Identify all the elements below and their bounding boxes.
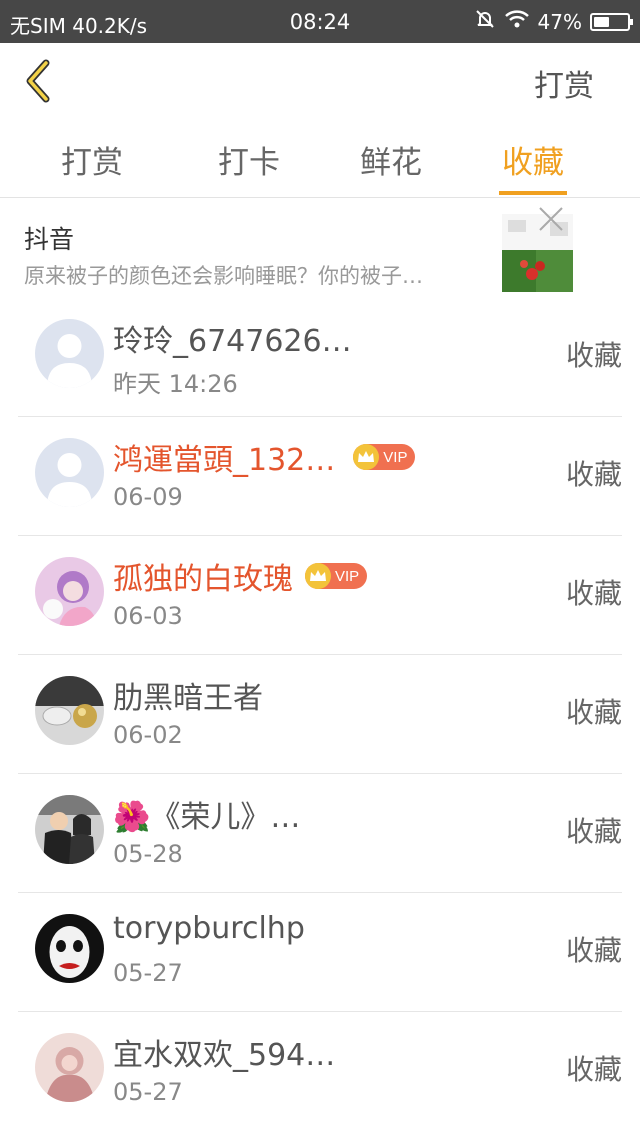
favorite-button[interactable]: 收藏 xyxy=(566,453,622,493)
list-item[interactable]: 肋黑暗王者 06-02 收藏 xyxy=(18,655,622,774)
favorites-list: 玲玲_6747626… 昨天 14:26 收藏 鸿運當頭_132… VIP 06… xyxy=(0,298,640,1130)
favorite-button[interactable]: 收藏 xyxy=(566,929,622,969)
close-icon[interactable] xyxy=(536,204,566,234)
wifi-icon xyxy=(504,9,530,34)
battery-icon xyxy=(590,12,633,31)
active-tab-indicator xyxy=(499,191,567,195)
list-item[interactable]: 玲玲_6747626… 昨天 14:26 收藏 xyxy=(18,298,622,417)
ad-description: 原来被子的颜色还会影响睡眠？你的被子… xyxy=(24,264,423,288)
vip-badge: VIP xyxy=(353,444,416,470)
ad-banner[interactable]: 抖音 原来被子的颜色还会影响睡眠？你的被子… xyxy=(0,198,640,298)
tab-reward[interactable]: 打赏 xyxy=(37,137,147,182)
user-name[interactable]: 肋黑暗王者 xyxy=(113,673,263,717)
crown-icon xyxy=(305,563,331,589)
ad-title: 抖音 xyxy=(24,225,75,254)
avatar[interactable] xyxy=(35,557,104,626)
avatar[interactable] xyxy=(35,676,104,745)
avatar[interactable] xyxy=(35,795,104,864)
vip-badge: VIP xyxy=(305,563,368,589)
list-item[interactable]: 宜水双欢_594… 05-27 收藏 xyxy=(18,1012,622,1130)
list-item[interactable]: torypburclhp 05-27 收藏 xyxy=(18,893,622,1012)
avatar[interactable] xyxy=(35,1033,104,1102)
tab-bar: 打赏 打卡 鲜花 收藏 xyxy=(0,119,640,198)
list-item[interactable]: 鸿運當頭_132… VIP 06-09 收藏 xyxy=(18,417,622,536)
avatar[interactable] xyxy=(35,438,104,507)
list-item[interactable]: 🌺《荣儿》… 05-28 收藏 xyxy=(18,774,622,893)
status-right: 47% xyxy=(474,8,633,35)
favorite-date: 06-03 xyxy=(113,602,183,630)
avatar[interactable] xyxy=(35,914,104,983)
favorite-date: 05-28 xyxy=(113,840,183,868)
back-button[interactable] xyxy=(18,57,66,105)
mute-bell-icon xyxy=(474,8,496,35)
favorite-date: 昨天 14:26 xyxy=(113,370,238,398)
favorite-date: 05-27 xyxy=(113,959,183,987)
user-name[interactable]: 鸿運當頭_132… xyxy=(113,435,335,479)
user-name[interactable]: 玲玲_6747626… xyxy=(113,316,352,360)
avatar[interactable] xyxy=(35,319,104,388)
user-name[interactable]: 孤独的白玫瑰 xyxy=(113,554,293,598)
favorite-button[interactable]: 收藏 xyxy=(566,691,622,731)
crown-icon xyxy=(353,444,380,470)
header: 打赏 xyxy=(0,43,640,119)
reward-button[interactable]: 打赏 xyxy=(534,61,594,105)
status-bar: 无SIM 40.2K/s 08:24 47% xyxy=(0,0,640,43)
favorite-date: 05-27 xyxy=(113,1078,183,1106)
battery-percent: 47% xyxy=(537,9,582,34)
tab-flowers[interactable]: 鲜花 xyxy=(336,137,446,182)
chevron-left-icon xyxy=(26,59,50,103)
favorite-button[interactable]: 收藏 xyxy=(566,810,622,850)
tab-checkin[interactable]: 打卡 xyxy=(194,137,304,182)
vip-label: VIP xyxy=(383,448,408,466)
user-name[interactable]: 宜水双欢_594… xyxy=(113,1030,335,1074)
user-name[interactable]: torypburclhp xyxy=(113,911,305,946)
vip-label: VIP xyxy=(335,567,360,585)
favorite-date: 06-09 xyxy=(113,483,183,511)
favorite-button[interactable]: 收藏 xyxy=(566,1048,622,1088)
user-name[interactable]: 🌺《荣儿》… xyxy=(113,792,300,836)
list-item[interactable]: 孤独的白玫瑰 VIP 06-03 收藏 xyxy=(18,536,622,655)
favorite-button[interactable]: 收藏 xyxy=(566,572,622,612)
favorite-date: 06-02 xyxy=(113,721,183,749)
tab-favorites[interactable]: 收藏 xyxy=(478,137,588,182)
favorite-button[interactable]: 收藏 xyxy=(566,334,622,374)
